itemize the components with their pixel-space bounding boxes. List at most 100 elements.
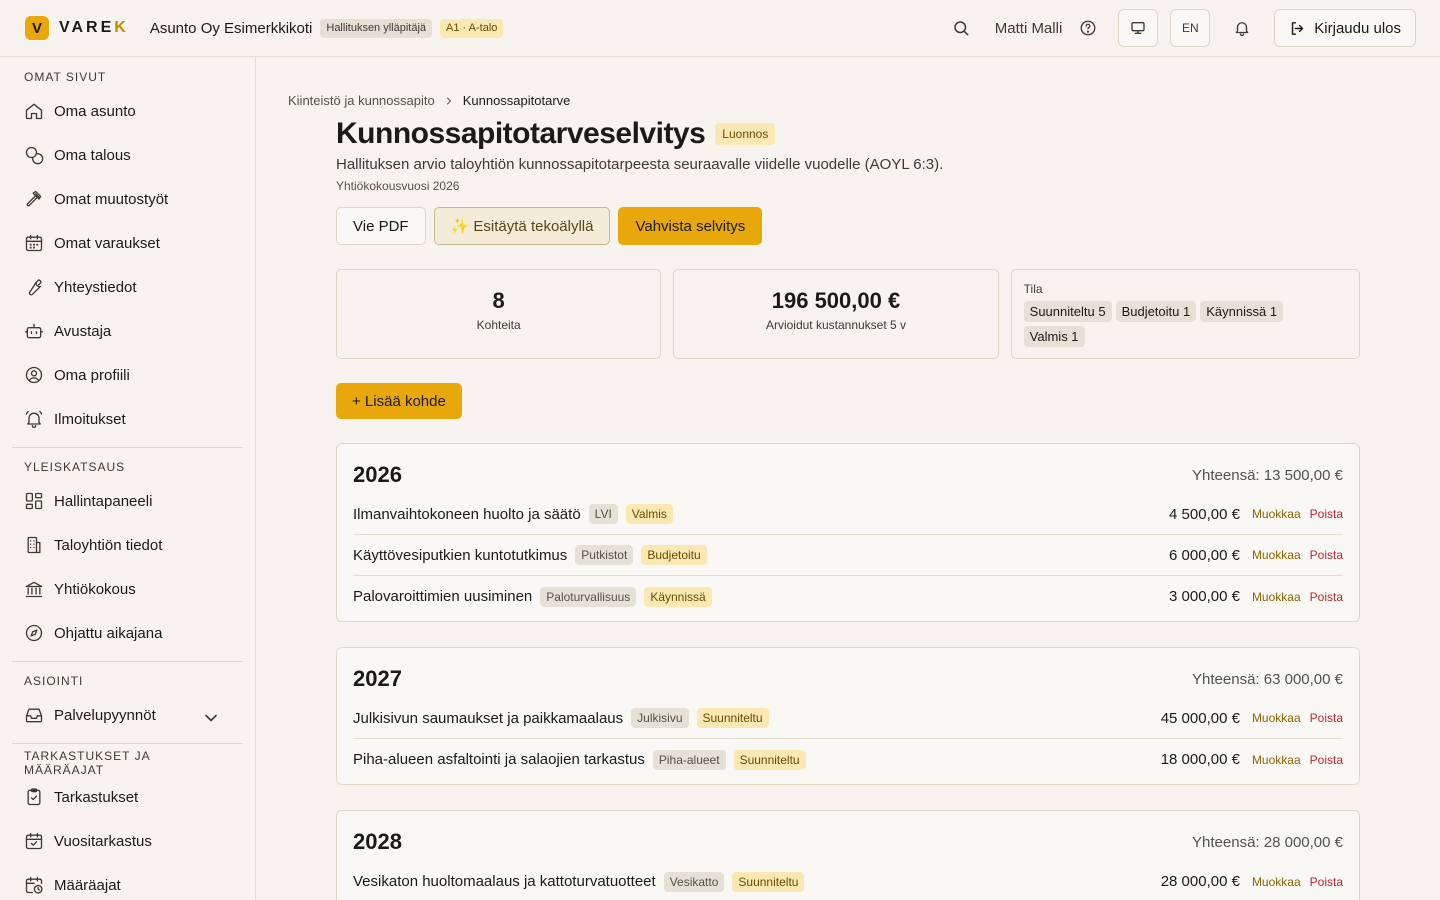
sidebar-item-oma-talous[interactable]: Oma talous	[0, 133, 255, 177]
sidebar-item-taloyhtion-tiedot[interactable]: Taloyhtiön tiedot	[0, 523, 255, 567]
sidebar-item-label: Tarkastukset	[54, 788, 139, 806]
sidebar-item-vuositarkastus[interactable]: Vuositarkastus	[0, 819, 255, 863]
year-card-header: 2027 Yhteensä: 63 000,00 €	[353, 664, 1343, 694]
display-mode-button[interactable]	[1118, 9, 1159, 47]
edit-button[interactable]: Muokkaa	[1252, 711, 1301, 725]
item-amount: 45 000,00 €	[1160, 709, 1240, 727]
sidebar-item-omat-varaukset[interactable]: Omat varaukset	[0, 221, 255, 265]
logo-text-main: VARE	[59, 19, 115, 36]
language-button[interactable]: EN	[1170, 9, 1211, 47]
delete-button[interactable]: Poista	[1310, 548, 1343, 562]
sidebar-item-avustaja[interactable]: Avustaja	[0, 309, 255, 353]
sidebar-section-title: ASIOINTI	[24, 674, 84, 688]
delete-button[interactable]: Poista	[1310, 507, 1343, 521]
edit-button[interactable]: Muokkaa	[1252, 590, 1301, 604]
category-tag: Vesikatto	[663, 871, 725, 892]
breadcrumb-current: Kunnossapitotarve	[462, 93, 571, 108]
delete-button[interactable]: Poista	[1310, 875, 1343, 889]
list-item: Palovaroittimien uusiminen Paloturvallis…	[353, 576, 1343, 617]
org-name: Asunto Oy Esimerkkikoti	[149, 19, 313, 37]
search-button[interactable]	[941, 9, 981, 47]
category-tag: Paloturvallisuus	[540, 586, 637, 607]
user-circle-icon	[25, 366, 43, 384]
item-name: Palovaroittimien uusiminen	[353, 588, 533, 605]
sidebar-item-oma-asunto[interactable]: Oma asunto	[0, 89, 255, 133]
sidebar-item-ohjattu-aikajana[interactable]: Ohjattu aikajana	[0, 611, 255, 655]
year-total: Yhteensä: 28 000,00 €	[1192, 833, 1343, 851]
status-summary-card: Tila Suunniteltu 5 Budjetoitu 1 Käynniss…	[1010, 269, 1360, 359]
meeting-year: Yhtiökokousvuosi 2026	[336, 179, 460, 193]
category-tag: LVI	[588, 504, 618, 524]
edit-button[interactable]: Muokkaa	[1252, 875, 1301, 889]
app-logo[interactable]: V VAREK	[25, 16, 129, 40]
breadcrumb-parent-link[interactable]: Kiinteistö ja kunnossapito	[288, 93, 435, 108]
chevron-down-icon[interactable]	[201, 708, 221, 728]
status-badge: Luonnos	[715, 123, 776, 145]
sidebar-item-yhtiokokous[interactable]: Yhtiökokous	[0, 567, 255, 611]
sidebar-item-maaraajat[interactable]: Määräajat	[0, 863, 255, 900]
chevron-right-icon	[446, 97, 451, 104]
sidebar-item-label: Taloyhtiön tiedot	[54, 536, 163, 554]
status-summary-title: Tila	[1023, 282, 1043, 296]
delete-button[interactable]: Poista	[1310, 711, 1343, 725]
list-item: Käyttövesiputkien kuntotutkimus Putkisto…	[353, 535, 1343, 576]
page-title: Kunnossapitotarveselvitys	[336, 117, 706, 150]
sidebar-item-hallintapaneeli[interactable]: Hallintapaneeli	[0, 479, 255, 523]
status-tag: Suunniteltu	[732, 871, 805, 892]
item-name: Käyttövesiputkien kuntotutkimus	[353, 546, 568, 564]
dashboard-icon	[25, 492, 43, 510]
category-tag: Julkisivu	[631, 708, 689, 728]
logout-button[interactable]: Kirjaudu ulos	[1274, 9, 1416, 47]
monitor-icon	[1131, 21, 1145, 34]
year-total: Yhteensä: 63 000,00 €	[1192, 670, 1343, 688]
cost-total-card: 196 500,00 € Arvioidut kustannukset 5 v	[673, 269, 999, 359]
status-tag: Käynnissä	[644, 586, 712, 607]
sidebar-item-label: Yhteystiedot	[54, 278, 137, 296]
edit-button[interactable]: Muokkaa	[1252, 753, 1301, 767]
sidebar-item-ilmoitukset[interactable]: Ilmoitukset	[0, 397, 255, 441]
unit-chip: A1 · A-talo	[440, 18, 504, 38]
page-description: Hallituksen arvio taloyhtiön kunnossapit…	[336, 156, 944, 173]
item-amount: 28 000,00 €	[1160, 873, 1240, 890]
bot-icon	[25, 323, 43, 339]
sidebar-item-palvelupyynnot[interactable]: Palvelupyynnöt	[0, 693, 255, 737]
help-button[interactable]	[1068, 9, 1108, 47]
sidebar-item-omat-muutostyot[interactable]: Omat muutostyöt	[0, 177, 255, 221]
edit-button[interactable]: Muokkaa	[1252, 548, 1301, 562]
delete-button[interactable]: Poista	[1310, 590, 1343, 604]
clipboard-check-icon	[27, 788, 41, 806]
cost-total-label: Arvioidut kustannukset 5 v	[765, 318, 907, 332]
confirm-report-button[interactable]: Vahvista selvitys	[618, 207, 763, 245]
calendar-clock-icon	[25, 876, 43, 894]
sidebar-item-label: Oma asunto	[54, 102, 136, 120]
year-card-2026: 2026 Yhteensä: 13 500,00 € Ilmanvaihtoko…	[336, 443, 1360, 622]
notifications-button[interactable]	[1222, 9, 1262, 47]
item-name: Ilmanvaihtokoneen huolto ja säätö	[353, 505, 581, 523]
cost-total-value: 196 500,00 €	[771, 288, 901, 313]
export-pdf-button[interactable]: Vie PDF	[336, 207, 426, 245]
status-summary-chips: Suunniteltu 5 Budjetoitu 1 Käynnissä 1 V…	[1023, 301, 1314, 347]
sidebar-item-yhteystiedot[interactable]: Yhteystiedot	[0, 265, 255, 309]
status-chip-planned: Suunniteltu 5	[1023, 301, 1112, 322]
delete-button[interactable]: Poista	[1310, 753, 1343, 767]
status-tag: Budjetoitu	[641, 545, 707, 565]
add-item-button[interactable]: + Lisää kohde	[336, 383, 462, 419]
sidebar-item-label: Oma profiili	[54, 366, 130, 384]
breadcrumb: Kiinteistö ja kunnossapito Kunnossapitot…	[288, 93, 570, 108]
status-chip-budgeted: Budjetoitu 1	[1115, 301, 1197, 322]
status-chip-in-progress: Käynnissä 1	[1200, 301, 1284, 322]
logout-icon	[1292, 21, 1304, 35]
ai-prefill-button[interactable]: ✨ Esitäytä tekoälyllä	[433, 207, 611, 245]
home-icon	[25, 103, 43, 120]
bell-icon	[1235, 22, 1249, 37]
main-content: Kiinteistö ja kunnossapito Kunnossapitot…	[256, 57, 1440, 900]
sidebar-section-title: TARKASTUKSET JA MÄÄRÄAJAT	[24, 749, 150, 777]
sidebar-item-tarkastukset[interactable]: Tarkastukset	[0, 775, 255, 819]
user-name[interactable]: Matti Malli	[995, 20, 1063, 37]
sidebar-item-oma-profiili[interactable]: Oma profiili	[0, 353, 255, 397]
inbox-icon	[25, 708, 43, 723]
sidebar-item-label: Vuositarkastus	[54, 832, 152, 850]
page-actions: Vie PDF ✨ Esitäytä tekoälyllä Vahvista s…	[336, 207, 763, 245]
edit-button[interactable]: Muokkaa	[1252, 507, 1301, 521]
sidebar-item-label: Omat muutostyöt	[54, 190, 169, 208]
